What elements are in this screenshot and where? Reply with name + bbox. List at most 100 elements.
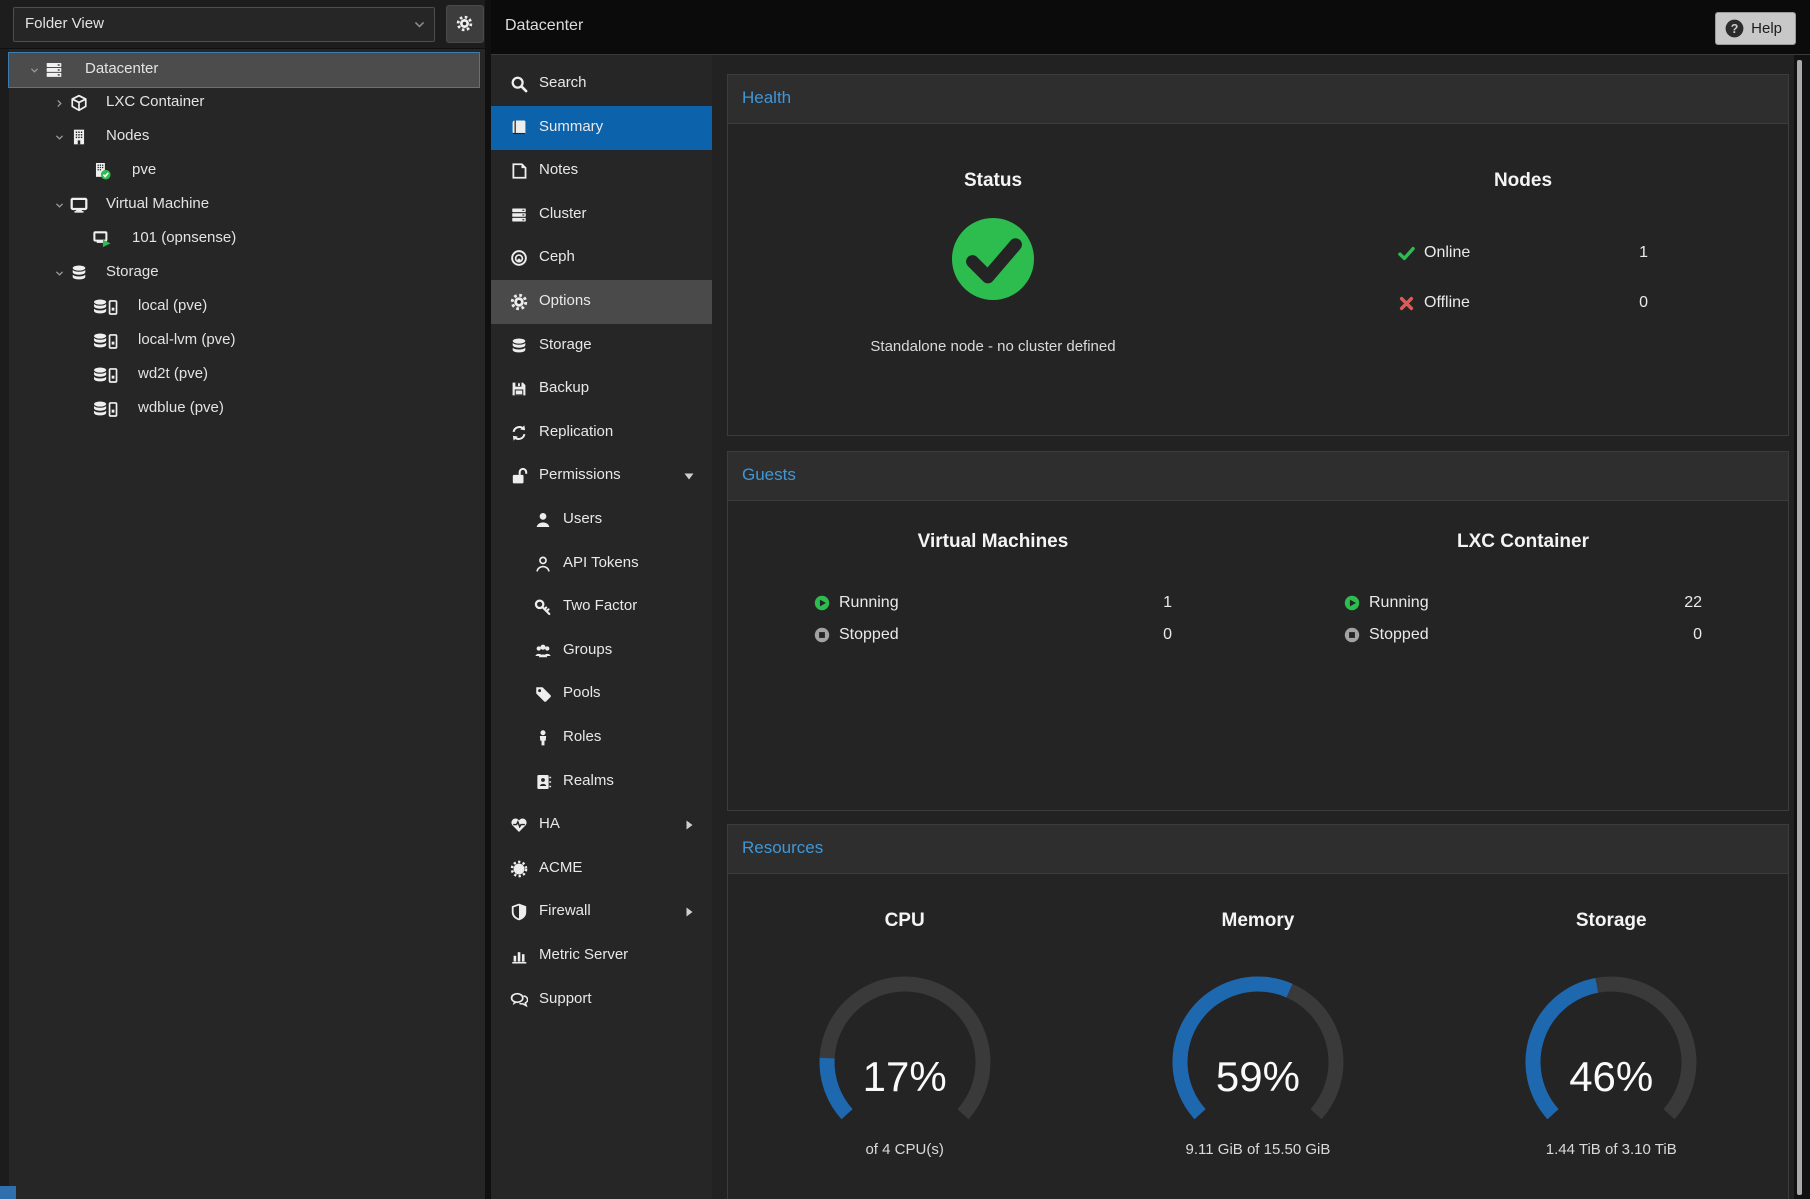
nav-item-permissions[interactable]: Permissions bbox=[491, 454, 712, 498]
nav-item-summary[interactable]: Summary bbox=[491, 106, 712, 150]
tree-item-lxc-container[interactable]: LXC Container bbox=[8, 86, 480, 120]
datacenter-nav: Search Summary Notes Cluster Ceph Options Stor… bbox=[491, 55, 712, 1199]
nav-item-label: Backup bbox=[539, 379, 589, 396]
view-selector-dropdown[interactable]: Folder View bbox=[13, 7, 435, 42]
guests-panel-title: Guests bbox=[728, 452, 1788, 485]
page-title: Datacenter bbox=[505, 17, 583, 35]
database-icon bbox=[510, 337, 528, 355]
caret-down-icon[interactable] bbox=[29, 65, 40, 76]
storage-gauge: 46% bbox=[1461, 970, 1761, 1140]
online-count: 1 bbox=[1639, 244, 1648, 262]
tree-item-datacenter[interactable]: Datacenter bbox=[8, 52, 480, 88]
nav-item-replication[interactable]: Replication bbox=[491, 411, 712, 455]
nav-item-support[interactable]: Support bbox=[491, 978, 712, 1022]
nav-item-two-factor[interactable]: Two Factor bbox=[491, 585, 712, 629]
help-button[interactable]: ? Help bbox=[1715, 12, 1796, 45]
search-icon bbox=[510, 75, 528, 93]
guests-panel-header: Guests bbox=[728, 452, 1788, 501]
nav-item-acme[interactable]: ACME bbox=[491, 847, 712, 891]
nav-item-label: Ceph bbox=[539, 248, 575, 265]
certificate-icon bbox=[510, 860, 528, 878]
arrow-right-icon[interactable] bbox=[683, 819, 695, 831]
nav-item-users[interactable]: Users bbox=[491, 498, 712, 542]
nav-item-ha[interactable]: HA bbox=[491, 803, 712, 847]
nav-item-api-tokens[interactable]: API Tokens bbox=[491, 542, 712, 586]
health-panel-title: Health bbox=[728, 75, 1788, 108]
database-icon bbox=[70, 264, 88, 282]
cpu-gauge-column: CPU 17% of 4 CPU(s) bbox=[728, 874, 1081, 1158]
nav-item-ceph[interactable]: Ceph bbox=[491, 236, 712, 280]
tree-item-local-pve[interactable]: local (pve) bbox=[8, 290, 480, 324]
nav-item-label: Permissions bbox=[539, 466, 621, 483]
storage-heading: Storage bbox=[1576, 910, 1647, 932]
health-panel-header: Health bbox=[728, 75, 1788, 124]
storage-percent: 46% bbox=[1461, 1053, 1761, 1101]
vm-column: Virtual Machines Running 1 Stopped 0 bbox=[728, 501, 1258, 651]
nav-item-pools[interactable]: Pools bbox=[491, 672, 712, 716]
nav-item-search[interactable]: Search bbox=[491, 62, 712, 106]
nav-item-label: Realms bbox=[563, 772, 614, 789]
nav-item-label: Summary bbox=[539, 118, 603, 135]
nav-item-firewall[interactable]: Firewall bbox=[491, 890, 712, 934]
unlock-icon bbox=[510, 467, 528, 485]
tree-item-storage[interactable]: Storage bbox=[8, 256, 480, 290]
nav-item-groups[interactable]: Groups bbox=[491, 629, 712, 673]
tree-item-wdblue-pve[interactable]: wdblue (pve) bbox=[8, 392, 480, 426]
nav-item-label: Storage bbox=[539, 336, 592, 353]
floppy-icon bbox=[510, 380, 528, 398]
resources-panel-header: Resources bbox=[728, 825, 1788, 874]
vm-stopped-count: 0 bbox=[1163, 626, 1172, 644]
users-icon bbox=[534, 642, 552, 660]
tree-settings-button[interactable] bbox=[446, 5, 484, 43]
lxc-stopped-row: Stopped 0 bbox=[1344, 619, 1702, 651]
nav-item-label: HA bbox=[539, 815, 560, 832]
health-status-column: Status Standalone node - no cluster defi… bbox=[728, 124, 1258, 355]
arrow-down-icon[interactable] bbox=[683, 470, 695, 482]
tree-item-local-lvm-pve[interactable]: local-lvm (pve) bbox=[8, 324, 480, 358]
nav-item-options[interactable]: Options bbox=[491, 280, 712, 324]
arrow-right-icon[interactable] bbox=[683, 906, 695, 918]
caret-down-icon[interactable] bbox=[54, 132, 65, 143]
monitor-icon bbox=[70, 196, 88, 214]
nav-item-label: Groups bbox=[563, 641, 612, 658]
tree-item-label: local (pve) bbox=[138, 297, 207, 314]
cluster-icon bbox=[510, 206, 528, 224]
nav-item-storage[interactable]: Storage bbox=[491, 324, 712, 368]
tag-icon bbox=[534, 685, 552, 703]
tree-item-virtual-machine[interactable]: Virtual Machine bbox=[8, 188, 480, 222]
vm-running-icon bbox=[93, 230, 111, 248]
guests-panel: Guests Virtual Machines Running 1 Stoppe… bbox=[727, 451, 1789, 811]
caret-right-icon[interactable] bbox=[54, 98, 65, 109]
nav-item-label: Firewall bbox=[539, 902, 591, 919]
tree-item-wd2t-pve[interactable]: wd2t (pve) bbox=[8, 358, 480, 392]
nav-item-label: Cluster bbox=[539, 205, 587, 222]
nav-item-backup[interactable]: Backup bbox=[491, 367, 712, 411]
tree-item-label: Datacenter bbox=[85, 60, 158, 77]
status-heading: Status bbox=[964, 170, 1022, 192]
resources-panel-title: Resources bbox=[728, 825, 1788, 858]
nav-item-cluster[interactable]: Cluster bbox=[491, 193, 712, 237]
caret-down-icon[interactable] bbox=[54, 268, 65, 279]
nav-item-metric-server[interactable]: Metric Server bbox=[491, 934, 712, 978]
caret-down-icon[interactable] bbox=[54, 200, 65, 211]
cross-icon bbox=[1398, 295, 1415, 312]
resource-tree-sidebar: Folder View Datacenter LXC ContainerNodes… bbox=[0, 0, 485, 1199]
cube-icon bbox=[70, 94, 88, 112]
ceph-icon bbox=[510, 249, 528, 267]
nav-item-roles[interactable]: Roles bbox=[491, 716, 712, 760]
vm-running-label: Running bbox=[839, 594, 899, 612]
storage-drive-icon bbox=[93, 366, 118, 384]
nodes-offline-row: Offline 0 bbox=[1398, 278, 1648, 328]
tree-item-101-opnsense[interactable]: 101 (opnsense) bbox=[8, 222, 480, 256]
vm-running-count: 1 bbox=[1163, 594, 1172, 612]
lxc-stopped-count: 0 bbox=[1693, 626, 1702, 644]
proxmox-datacenter-screen: { "sidebar": { "view_selector": {"value"… bbox=[0, 0, 1810, 1199]
nav-item-realms[interactable]: Realms bbox=[491, 760, 712, 804]
lxc-column: LXC Container Running 22 Stopped 0 bbox=[1258, 501, 1788, 651]
nav-item-notes[interactable]: Notes bbox=[491, 149, 712, 193]
lxc-running-row: Running 22 bbox=[1344, 587, 1702, 619]
resources-panel: Resources CPU 17% of 4 CPU(s) Memory 59% bbox=[727, 824, 1789, 1199]
tree-item-pve[interactable]: pve bbox=[8, 154, 480, 188]
scrollbar-thumb[interactable] bbox=[1797, 60, 1802, 1195]
tree-item-nodes[interactable]: Nodes bbox=[8, 120, 480, 154]
